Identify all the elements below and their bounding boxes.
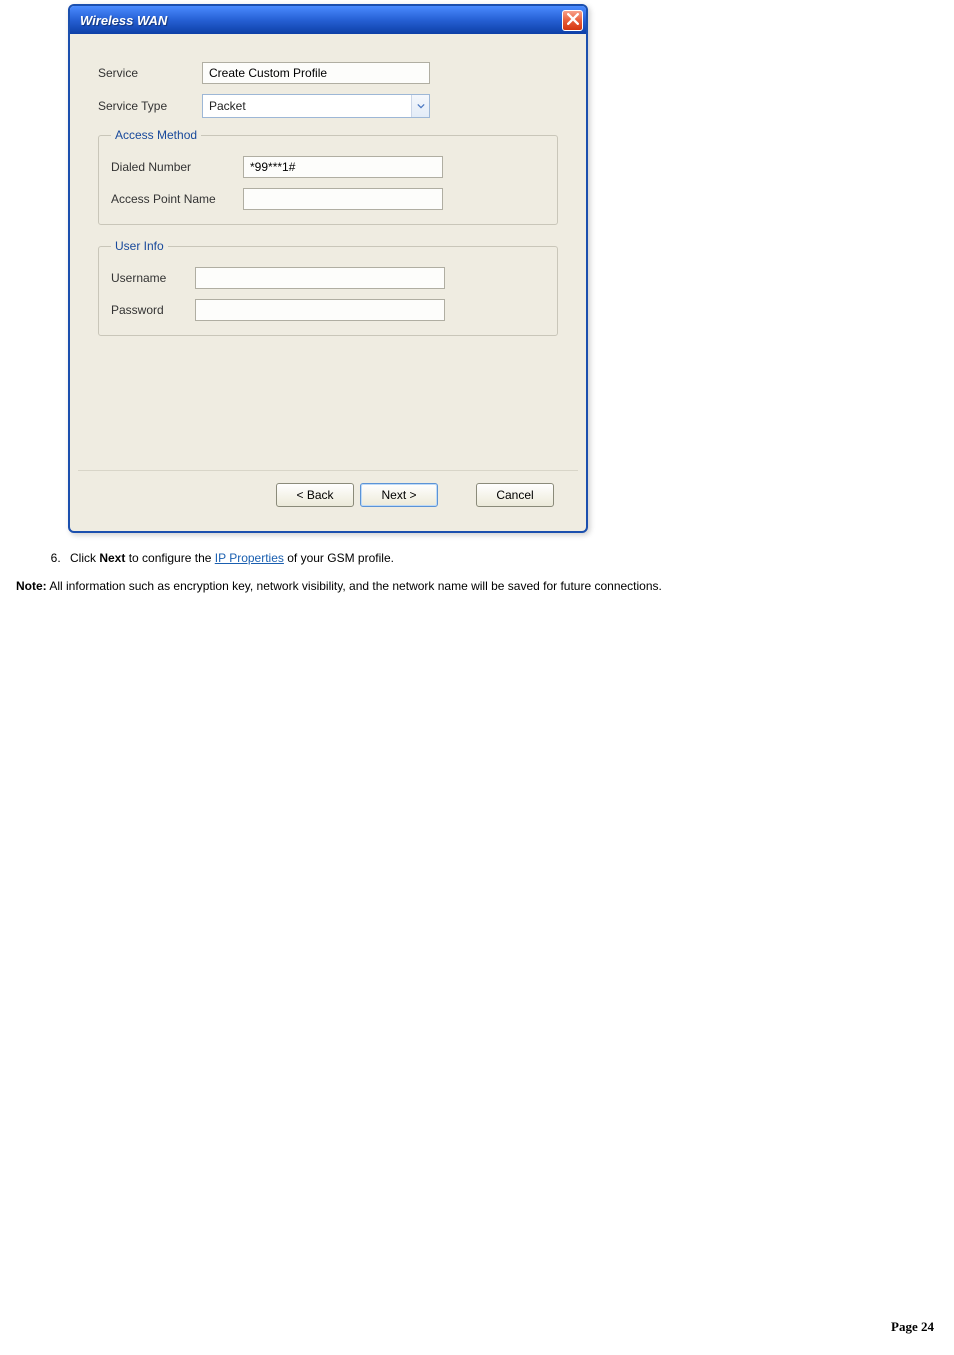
note-text: All information such as encryption key, … bbox=[47, 579, 662, 593]
user-info-group: User Info Username Password bbox=[98, 239, 558, 336]
window-title: Wireless WAN bbox=[80, 13, 167, 28]
next-label-bold: Next bbox=[99, 551, 125, 565]
note-paragraph: Note: All information such as encryption… bbox=[16, 579, 946, 593]
user-info-legend: User Info bbox=[111, 239, 168, 253]
password-input[interactable] bbox=[195, 299, 445, 321]
ip-properties-link[interactable]: IP Properties bbox=[215, 551, 284, 565]
list-item: Click Next to configure the IP Propertie… bbox=[64, 551, 946, 565]
password-label: Password bbox=[111, 303, 195, 317]
dialog-body: Service Service Type Packet Access Metho… bbox=[70, 34, 586, 531]
service-type-label: Service Type bbox=[98, 99, 202, 113]
cancel-button[interactable]: Cancel bbox=[476, 483, 554, 507]
close-icon bbox=[567, 13, 579, 28]
access-method-group: Access Method Dialed Number Access Point… bbox=[98, 128, 558, 225]
divider bbox=[78, 470, 578, 471]
wireless-wan-dialog: Wireless WAN Service Service Type Packet bbox=[68, 4, 588, 533]
text: to configure the bbox=[125, 551, 214, 565]
step-list: Click Next to configure the IP Propertie… bbox=[48, 551, 946, 565]
dialed-number-label: Dialed Number bbox=[111, 160, 243, 174]
back-button[interactable]: < Back bbox=[276, 483, 354, 507]
close-button[interactable] bbox=[562, 10, 583, 31]
service-input[interactable] bbox=[202, 62, 430, 84]
username-label: Username bbox=[111, 271, 195, 285]
service-type-dropdown[interactable]: Packet bbox=[202, 94, 430, 118]
chevron-down-icon bbox=[411, 95, 429, 117]
page-footer: Page 24 bbox=[891, 1319, 934, 1335]
text: Click bbox=[70, 551, 99, 565]
text: of your GSM profile. bbox=[284, 551, 394, 565]
access-method-legend: Access Method bbox=[111, 128, 201, 142]
username-input[interactable] bbox=[195, 267, 445, 289]
note-bold: Note: bbox=[16, 579, 47, 593]
service-type-value: Packet bbox=[203, 99, 411, 113]
apn-input[interactable] bbox=[243, 188, 443, 210]
titlebar: Wireless WAN bbox=[70, 6, 586, 34]
document-text: Click Next to configure the IP Propertie… bbox=[8, 551, 946, 593]
apn-label: Access Point Name bbox=[111, 192, 243, 206]
dialed-number-input[interactable] bbox=[243, 156, 443, 178]
service-label: Service bbox=[98, 66, 202, 80]
next-button[interactable]: Next > bbox=[360, 483, 438, 507]
